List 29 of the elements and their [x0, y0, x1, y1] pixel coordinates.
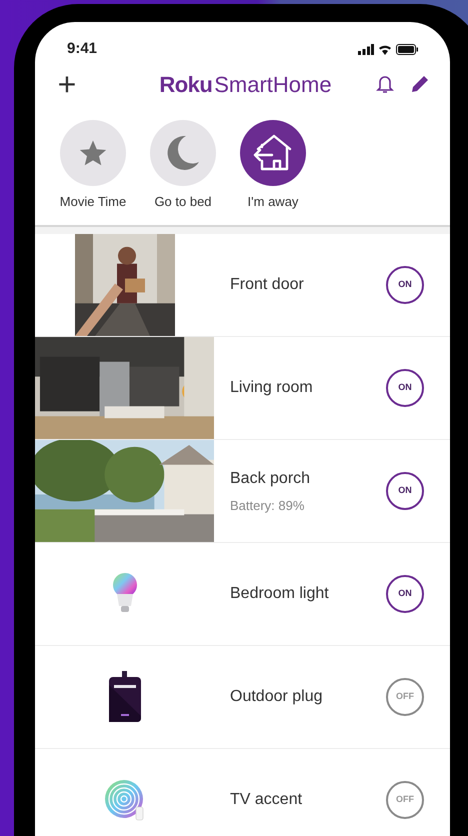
power-toggle[interactable]: ON	[386, 369, 424, 407]
notifications-button[interactable]	[376, 74, 394, 94]
device-name: Living room	[230, 378, 314, 398]
device-detail: Battery: 89%	[230, 496, 306, 515]
device-row[interactable]: TV accent OFF	[35, 749, 450, 836]
device-row[interactable]: Outdoor plug OFF	[35, 646, 450, 749]
device-name: Outdoor plug	[230, 687, 324, 707]
signal-icon	[358, 44, 374, 55]
device-name: Bedroom light	[230, 584, 330, 604]
add-button[interactable]: +	[55, 68, 79, 100]
device-row[interactable]: Back porch Battery: 89% ON	[35, 440, 450, 543]
device-name: Back porch	[230, 468, 312, 489]
plug-icon	[108, 671, 142, 723]
power-toggle[interactable]: ON	[386, 472, 424, 510]
device-name: TV accent	[230, 790, 304, 810]
light-strip-icon	[104, 779, 146, 821]
bell-icon	[376, 74, 394, 94]
power-toggle[interactable]: ON	[386, 575, 424, 613]
device-row[interactable]: Bedroom light ON	[35, 543, 450, 646]
edit-button[interactable]	[410, 74, 430, 94]
moon-icon	[166, 134, 200, 172]
device-name: Front door	[230, 275, 305, 295]
status-time: 9:41	[67, 39, 98, 59]
power-toggle[interactable]: ON	[386, 266, 424, 304]
app-logo: RokuSmartHome	[159, 70, 332, 99]
pencil-icon	[410, 74, 430, 94]
wifi-icon	[378, 44, 392, 55]
device-row[interactable]: Living room ON	[35, 337, 450, 440]
battery-icon	[396, 44, 418, 55]
